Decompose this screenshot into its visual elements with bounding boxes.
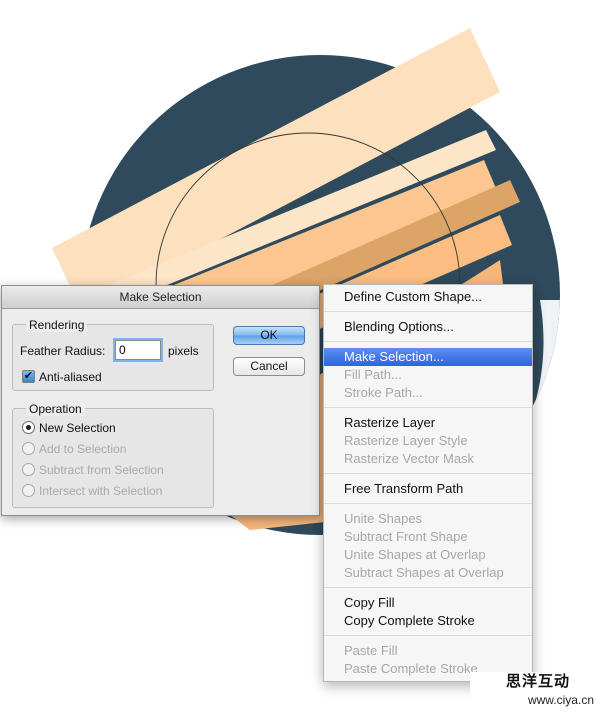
ok-button[interactable]: OK [233,326,305,345]
feather-unit-label: pixels [168,344,199,358]
menu-item-subtract-shapes-at-overlap[interactable]: Subtract Shapes at Overlap [324,564,532,582]
rendering-label: Rendering [26,318,88,332]
menu-item-unite-shapes-at-overlap[interactable]: Unite Shapes at Overlap [324,546,532,564]
menu-item-paste-fill[interactable]: Paste Fill [324,642,532,660]
menu-item-copy-fill[interactable]: Copy Fill [324,594,532,612]
menu-item-copy-complete-stroke[interactable]: Copy Complete Stroke [324,612,532,630]
menu-item-blending-options[interactable]: Blending Options... [324,318,532,336]
menu-separator [324,311,532,312]
radio-new-selection[interactable] [22,421,35,434]
radio-add-to-selection[interactable] [22,442,35,455]
menu-item-fill-path[interactable]: Fill Path... [324,366,532,384]
watermark-url: www.ciya.cn [527,693,594,707]
menu-separator [324,587,532,588]
anti-aliased-label: Anti-aliased [39,370,102,384]
radio-intersect-with-selection[interactable] [22,484,35,497]
menu-separator [324,407,532,408]
radio-subtract-from-selection[interactable] [22,463,35,476]
radio-add-to-selection-label: Add to Selection [39,442,127,456]
operation-label: Operation [26,402,85,416]
feather-radius-label: Feather Radius: [20,344,106,358]
menu-separator [324,473,532,474]
menu-separator [324,503,532,504]
make-selection-dialog: Make Selection Rendering Feather Radius:… [1,285,320,516]
menu-item-make-selection[interactable]: Make Selection... [324,348,532,366]
menu-separator [324,635,532,636]
menu-item-rasterize-vector-mask[interactable]: Rasterize Vector Mask [324,450,532,468]
radio-subtract-from-selection-label: Subtract from Selection [39,463,164,477]
menu-item-rasterize-layer-style[interactable]: Rasterize Layer Style [324,432,532,450]
menu-item-free-transform-path[interactable]: Free Transform Path [324,480,532,498]
menu-item-unite-shapes[interactable]: Unite Shapes [324,510,532,528]
context-menu: Define Custom Shape... Blending Options.… [323,284,533,682]
feather-radius-input[interactable] [115,340,161,360]
site-watermark: 思洋互动 www.ciya.cn [470,672,600,714]
radio-intersect-with-selection-label: Intersect with Selection [39,484,163,498]
menu-item-define-custom-shape[interactable]: Define Custom Shape... [324,288,532,306]
menu-item-stroke-path[interactable]: Stroke Path... [324,384,532,402]
dialog-title: Make Selection [2,286,319,309]
radio-new-selection-label: New Selection [39,421,116,435]
menu-item-rasterize-layer[interactable]: Rasterize Layer [324,414,532,432]
cancel-button[interactable]: Cancel [233,357,305,376]
anti-aliased-checkbox[interactable]: ✔ [22,370,35,383]
menu-separator [324,341,532,342]
watermark-chinese: 思洋互动 [505,673,570,690]
menu-item-subtract-front-shape[interactable]: Subtract Front Shape [324,528,532,546]
